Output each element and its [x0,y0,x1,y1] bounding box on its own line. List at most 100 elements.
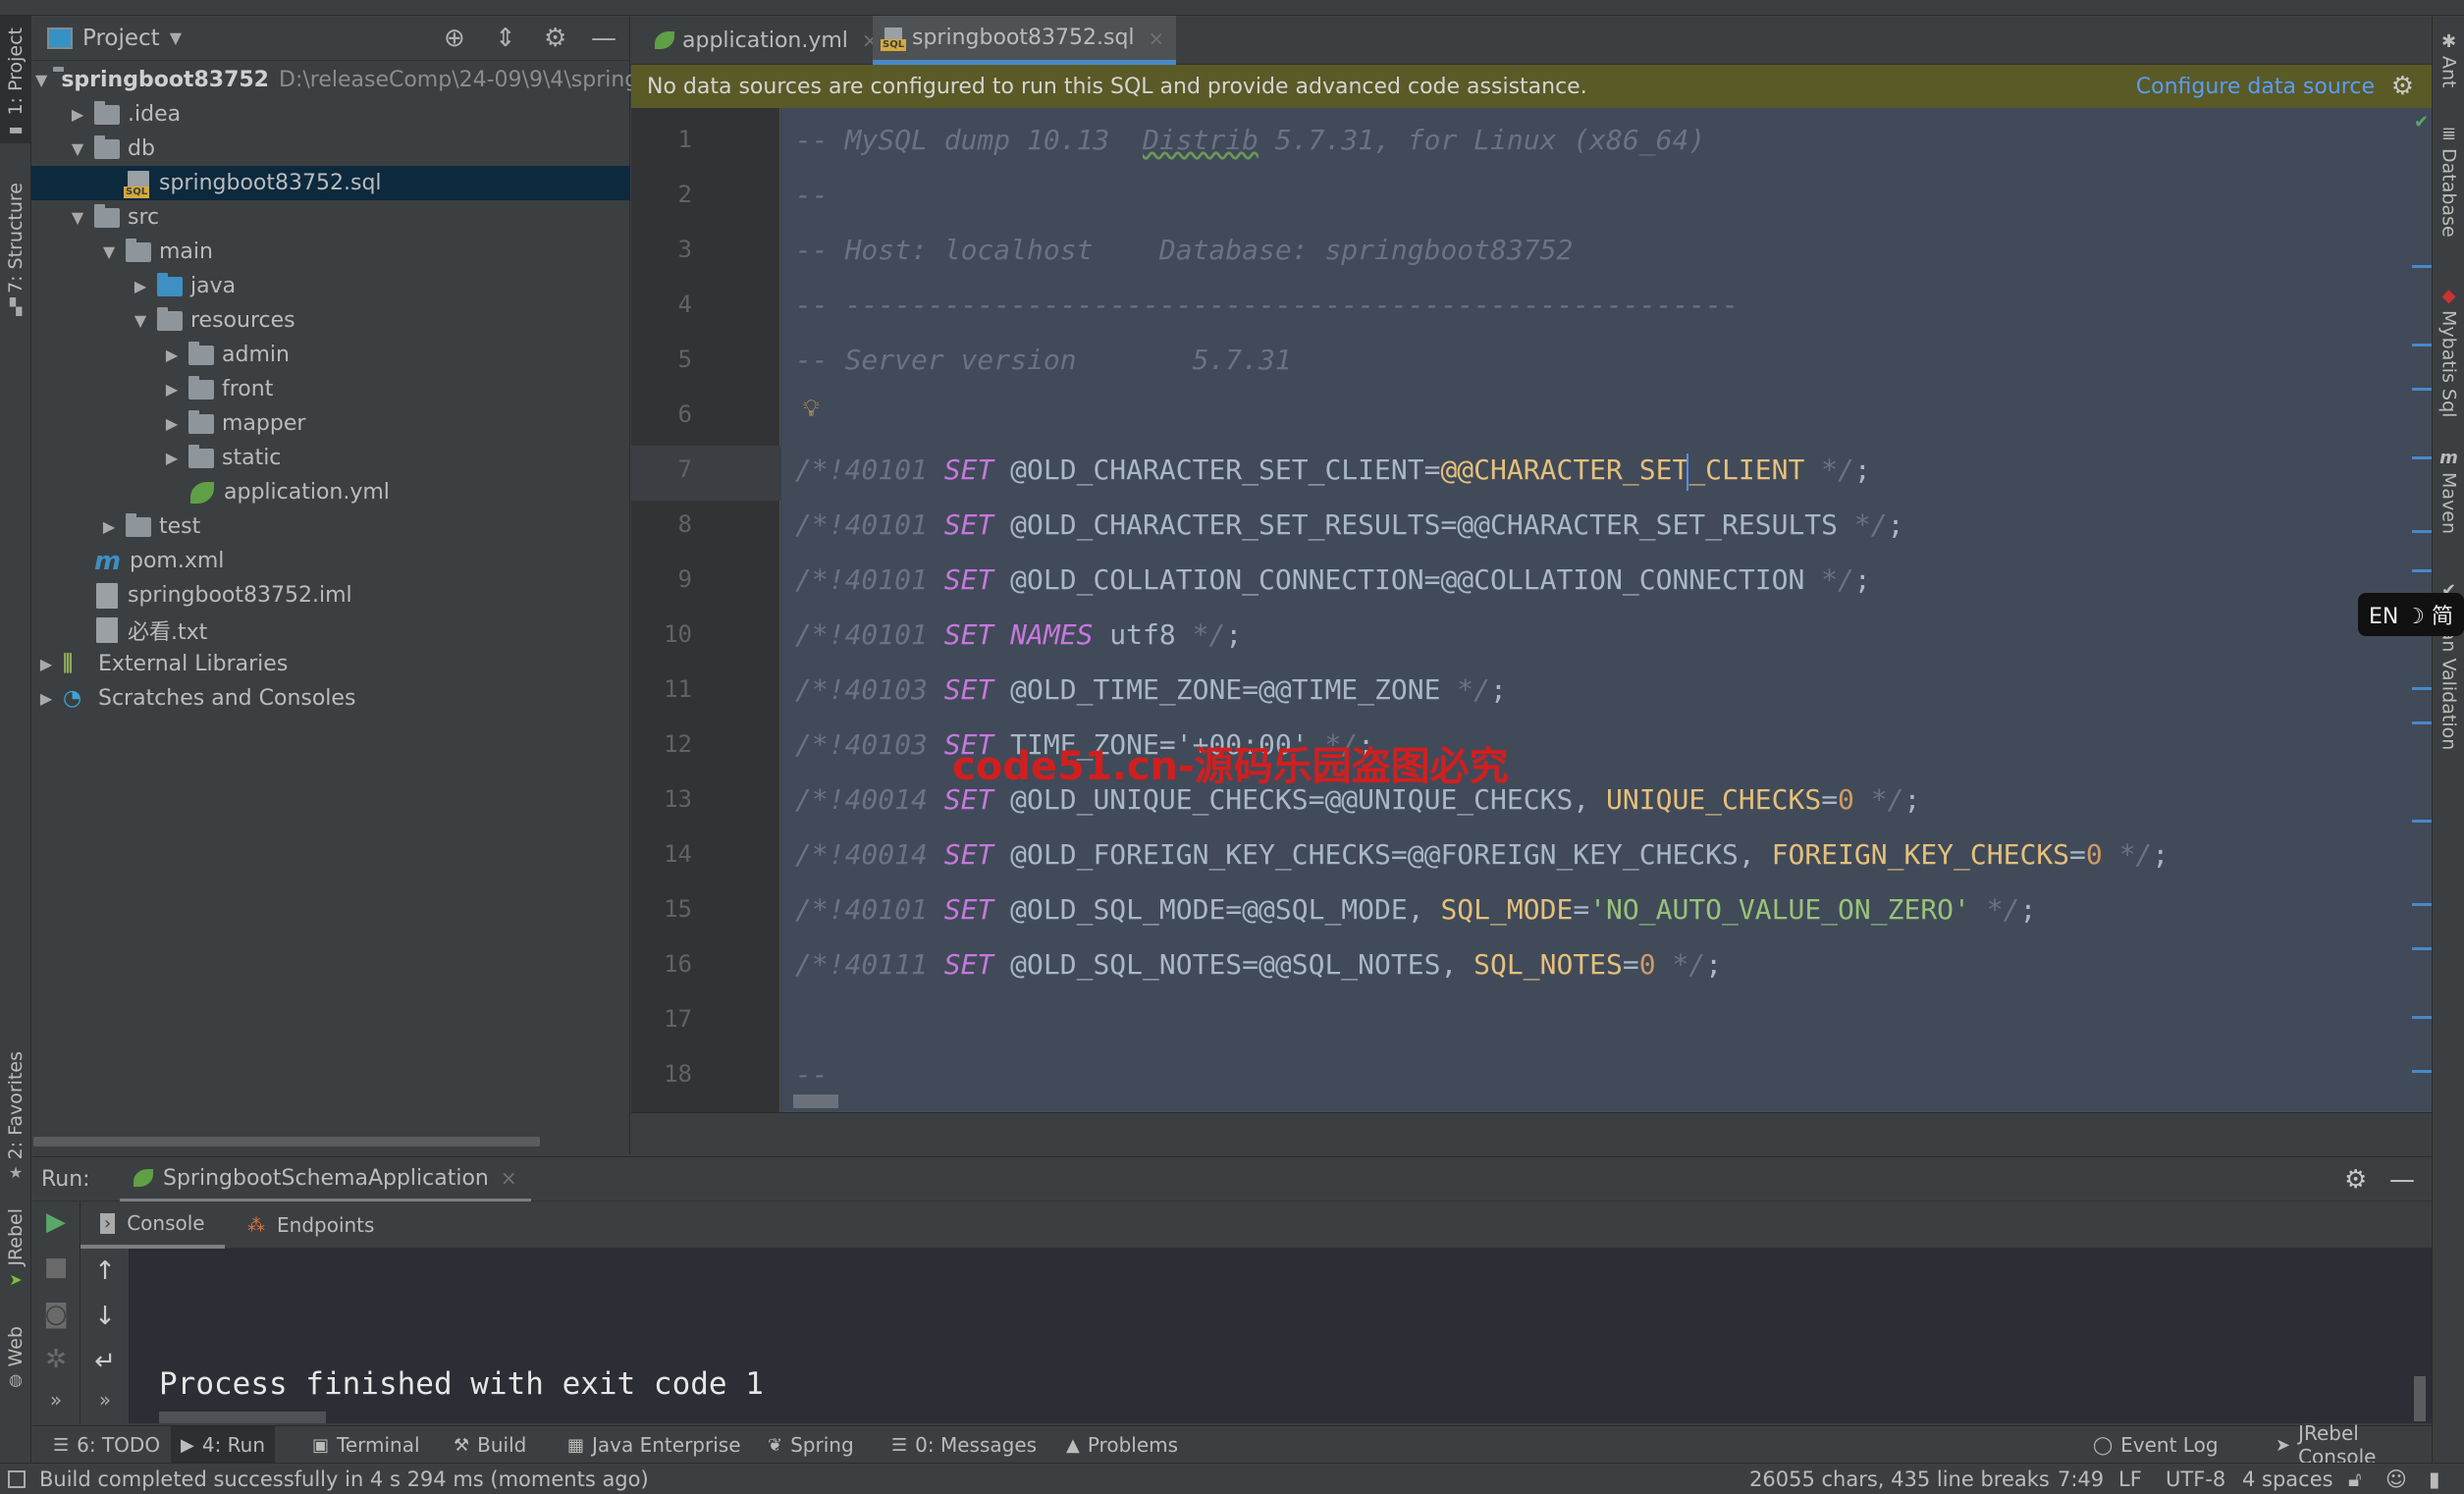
stripe-tab-favorites[interactable]: 2: Favorites ★ [0,1051,31,1199]
error-stripe-mark[interactable] [2412,687,2432,690]
settings-bug-icon[interactable]: ✲ [31,1345,80,1374]
tab-console[interactable]: › Console [80,1201,225,1249]
tab-endpoints[interactable]: ⁂ Endpoints [228,1201,394,1249]
tool-tab-messages[interactable]: ☰ 0: Messages [882,1426,1046,1464]
console-output[interactable]: Process finished with exit code 1 [130,1249,2432,1423]
tree-item[interactable]: ▶ ⫼ External Libraries [31,647,630,681]
gear-icon[interactable]: ⚙ [2344,1165,2367,1195]
tree-item[interactable]: m pom.xml [31,544,630,578]
intention-bulb-icon[interactable]: 💡︎ [803,395,820,422]
expand-arrow-icon[interactable]: ▶ [161,380,183,399]
tool-tab-java-enterprise[interactable]: ▦ Java Enterprise [558,1426,751,1464]
configure-data-source-link[interactable]: Configure data source [2136,75,2375,99]
tree-item[interactable]: ▼ db [31,132,630,166]
stripe-tab-structure[interactable]: 7: Structure ▚ [0,183,31,340]
tool-tab-terminal[interactable]: ▣ Terminal [302,1426,430,1464]
expand-arrow-icon[interactable]: ▶ [161,414,183,433]
tree-item[interactable]: ▶ front [31,372,630,406]
collapse-arrow-icon[interactable]: ▼ [130,311,151,330]
stripe-tab-jrebel[interactable]: JRebel ➤ [0,1208,31,1316]
stop-icon[interactable]: ■ [31,1253,80,1282]
tool-tab-spring[interactable]: ❦ Spring [758,1426,864,1464]
expand-arrow-icon[interactable]: ▶ [35,655,57,673]
line-separator[interactable]: LF [2118,1467,2142,1491]
error-stripe-mark[interactable] [2412,569,2432,572]
tree-item[interactable]: ▼ src [31,200,630,235]
hide-panel-icon[interactable]: — [591,24,616,53]
collapse-arrow-icon[interactable]: ▼ [67,208,88,227]
collapse-all-icon[interactable]: ⇕ [495,24,516,53]
tree-item[interactable]: ▶ admin [31,338,630,372]
gear-icon[interactable]: ⚙ [544,24,566,53]
error-stripe-mark[interactable] [2412,1016,2432,1019]
tree-item[interactable]: ▶ mapper [31,406,630,441]
tree-item[interactable]: ▼ springboot83752 D:\releaseComp\24-09\9\4… [31,63,652,97]
file-encoding[interactable]: UTF-8 [2166,1467,2225,1491]
expand-arrow-icon[interactable]: ▶ [161,346,183,364]
stripe-tab-ant[interactable]: ✱ Ant [2433,31,2464,110]
expand-arrow-icon[interactable]: ▶ [35,689,57,708]
tool-tab-todo[interactable]: ☰ 6: TODO [43,1426,170,1464]
tree-item[interactable]: 必看.txt [31,613,630,647]
stripe-tab-web[interactable]: Web ◍ [0,1326,31,1424]
error-stripe-mark[interactable] [2412,903,2432,906]
collapse-arrow-icon[interactable]: ▼ [67,139,88,158]
rerun-icon[interactable]: ▶ [31,1207,80,1237]
more-icon[interactable]: » [31,1388,80,1412]
error-stripe-mark[interactable] [2412,388,2432,391]
caret-position[interactable]: 7:49 [2058,1467,2104,1491]
locate-file-icon[interactable]: ⊕ [444,24,465,53]
stripe-tab-maven[interactable]: m Maven [2433,448,2464,565]
tree-item[interactable]: ▼ main [31,235,630,269]
error-stripe-mark[interactable] [2412,265,2432,268]
close-icon[interactable]: × [1149,27,1165,50]
error-stripe-mark[interactable] [2412,344,2432,347]
tree-item[interactable]: springboot83752.iml [31,578,630,613]
project-view-selector[interactable]: Project [82,26,160,51]
scroll-up-icon[interactable]: ↑ [80,1256,130,1286]
console-vertical-scrollbar[interactable] [2414,1376,2426,1421]
stripe-tab-project[interactable]: 1: Project ▬ [0,16,31,143]
chevron-down-icon[interactable]: ▼ [170,28,182,47]
gear-icon[interactable]: ⚙ [2391,72,2414,101]
memory-indicator-icon[interactable]: ▮ [2429,1467,2440,1491]
toggle-tool-windows-icon[interactable] [8,1469,26,1488]
expand-arrow-icon[interactable]: ▶ [161,449,183,467]
hide-panel-icon[interactable]: — [2389,1165,2415,1195]
more-icon[interactable]: » [80,1388,130,1412]
tool-tab-event-log[interactable]: ◯ Event Log [2083,1426,2228,1464]
collapse-arrow-icon[interactable]: ▼ [35,71,47,89]
expand-arrow-icon[interactable]: ▶ [130,277,151,295]
code-editor[interactable]: -- MySQL dump 10.13 Distrib 5.7.31, for … [781,108,2412,1112]
tree-item[interactable]: ▶ static [31,441,630,475]
error-stripe-mark[interactable] [2412,820,2432,823]
tree-item[interactable]: ▶ java [31,269,630,303]
scroll-down-icon[interactable]: ↓ [80,1302,130,1331]
tool-tab-run[interactable]: ▶ 4: Run [171,1426,276,1464]
expand-arrow-icon[interactable]: ▶ [98,517,120,536]
tree-item[interactable]: ▶ test [31,509,630,544]
tab-springboot83752-sql[interactable]: SQL springboot83752.sql × [873,16,1177,65]
error-stripe-mark[interactable] [2412,947,2432,950]
editor-horizontal-scrollbar[interactable] [793,1094,838,1108]
error-stripe-mark[interactable] [2412,530,2432,533]
error-stripe-mark[interactable] [2412,1070,2432,1073]
tree-item[interactable]: ▶ ◔ Scratches and Consoles [31,681,630,716]
camera-icon[interactable]: ◙ [31,1300,80,1329]
stripe-tab-database[interactable]: ≣ Database [2433,124,2464,271]
error-stripe-mark[interactable] [2412,456,2432,459]
indent-setting[interactable]: 4 spaces [2242,1467,2333,1491]
expand-arrow-icon[interactable]: ▶ [67,105,88,124]
run-config-tab[interactable]: SpringbootSchemaApplication × [120,1157,531,1202]
lock-icon[interactable]: 🔓︎ [2348,1467,2362,1492]
tool-tab-build[interactable]: ⚒ Build [444,1426,536,1464]
tree-item[interactable]: application.yml [31,475,630,509]
tool-tab-problems[interactable]: ▲ Problems [1056,1426,1188,1464]
tree-item[interactable]: ▼ resources [31,303,630,338]
close-icon[interactable]: × [501,1166,517,1190]
tab-application-yml[interactable]: application.yml × [643,16,890,65]
project-horizontal-scrollbar[interactable] [33,1137,540,1147]
stripe-tab-mybatis-sql[interactable]: ◆ Mybatis Sql [2433,286,2464,433]
hector-icon[interactable]: ☺ [2385,1467,2407,1491]
tree-item[interactable]: SQL springboot83752.sql [31,166,630,200]
